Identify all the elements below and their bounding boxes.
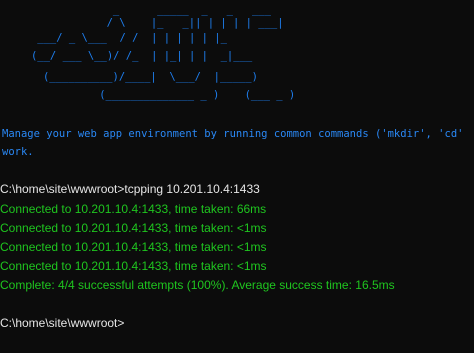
command-input-prompt[interactable]: C:\home\site\wwwroot> xyxy=(0,314,124,333)
ascii-logo-line: (__/ ___ \__)/ /_ | |_| | | _|___ xyxy=(12,50,253,62)
ascii-logo-line: _ _____ _ _ ___ xyxy=(56,4,278,16)
ascii-logo-line: (______________ _ ) (___ _ ) xyxy=(36,89,296,101)
output-line: Connected to 10.201.10.4:1433, time take… xyxy=(0,240,267,254)
welcome-banner-line: work. xyxy=(2,146,34,158)
ascii-logo-line: (__________)/____| \___/ |_____) xyxy=(24,71,258,83)
ascii-logo-line: / \ |_ _|| | | | | ___| xyxy=(56,17,284,29)
ascii-logo-line: ___/ _ \___ / / | | | | | |_ xyxy=(12,32,227,44)
output-line: Connected to 10.201.10.4:1433, time take… xyxy=(0,259,267,273)
output-line: Connected to 10.201.10.4:1433, time take… xyxy=(0,202,267,216)
output-line: Connected to 10.201.10.4:1433, time take… xyxy=(0,221,267,235)
output-summary-line: Complete: 4/4 successful attempts (100%)… xyxy=(0,278,395,292)
ascii-logo: _ _____ _ _ ___ / \ |_ _|| | | | | ___| … xyxy=(0,0,474,115)
console-window[interactable]: _ _____ _ _ ___ / \ |_ _|| | | | | ___| … xyxy=(0,0,474,353)
command-prompt-line: C:\home\site\wwwroot>tcpping 10.201.10.4… xyxy=(0,182,260,196)
welcome-banner-line: Manage your web app environment by runni… xyxy=(2,128,464,140)
